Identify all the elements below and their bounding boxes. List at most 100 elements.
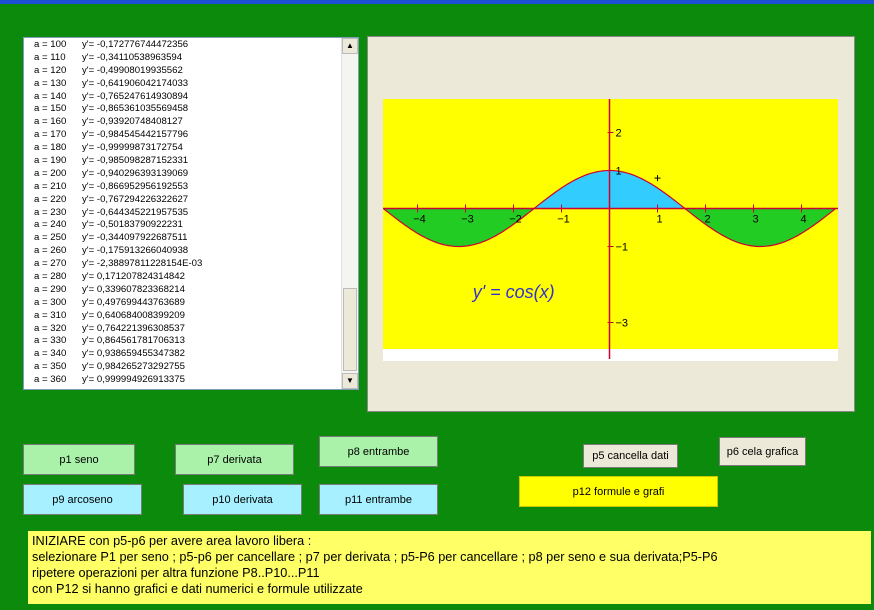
list-item-a-value: a = 230 [34,206,67,218]
list-item-y-value: y'= 0,497699443763689 [82,296,185,308]
list-item-a-value: a = 340 [34,348,67,360]
list-item-y-value: y'= -0,50183790922231 [82,219,183,231]
list-item-a-value: a = 250 [34,232,67,244]
list-item[interactable]: a = 110 y'= -0,34110538963594 [24,52,342,65]
instructions-line-4: con P12 si hanno grafici e dati numerici… [32,582,363,596]
p11-entrambe-button[interactable]: p11 entrambe [319,484,438,515]
list-item-a-value: a = 330 [34,335,67,347]
list-item[interactable]: a = 320 y'= 0,764221396308537 [24,323,342,336]
list-item-a-value: a = 300 [34,296,67,308]
list-item-y-value: y'= -0,940296393139069 [82,167,189,179]
list-item-a-value: a = 210 [34,180,67,192]
list-item[interactable]: a = 120 y'= -0,49908019935562 [24,65,342,78]
list-item[interactable]: a = 160 y'= -0,93920748408127 [24,116,342,129]
list-item-a-value: a = 260 [34,245,67,257]
scroll-thumb[interactable] [343,288,357,371]
p6-cela-grafica-button[interactable]: p6 cela grafica [719,437,806,466]
x-tick-label: 2 [704,214,710,226]
list-item-a-value: a = 240 [34,219,67,231]
x-tick-label: −2 [509,214,522,226]
list-item-a-value: a = 360 [34,374,67,386]
y-tick-label: 1 [616,166,622,178]
list-item-a-value: a = 150 [34,103,67,115]
list-item-y-value: y'= 0,339607823368214 [82,283,185,295]
p10-derivata-button[interactable]: p10 derivata [183,484,302,515]
scroll-down-button[interactable]: ▼ [342,373,358,389]
list-item[interactable]: a = 270 y'= -2,38897811228154E-03 [24,258,342,271]
list-item[interactable]: a = 290 y'= 0,339607823368214 [24,284,342,297]
list-item-y-value: y'= -0,985098287152331 [82,155,189,167]
list-item-a-value: a = 290 [34,283,67,295]
list-item[interactable]: a = 240 y'= -0,50183790922231 [24,219,342,232]
list-item-y-value: y'= -0,49908019935562 [82,64,183,76]
instructions-box: INIZIARE con p5-p6 per avere area lavoro… [28,531,871,604]
list-item[interactable]: a = 330 y'= 0,864561781706313 [24,335,342,348]
list-item-y-value: y'= 0,171207824314842 [82,271,185,283]
list-item-a-value: a = 110 [34,51,66,63]
list-item[interactable]: a = 140 y'= -0,765247614930894 [24,91,342,104]
list-item-a-value: a = 200 [34,167,67,179]
list-item-y-value: y'= -0,34110538963594 [82,51,183,63]
list-item[interactable]: a = 180 y'= -0,99999873172754 [24,142,342,155]
list-item[interactable]: a = 310 y'= 0,640684008399209 [24,310,342,323]
list-item[interactable]: a = 260 y'= -0,175913266040938 [24,245,342,258]
list-item-a-value: a = 130 [34,77,67,89]
function-label: y' = cos(x) [471,282,555,302]
instructions-line-3: ripetere operazioni per altra funzione P… [32,566,320,580]
list-item-y-value: y'= 0,864561781706313 [82,335,185,347]
list-item-y-value: y'= -0,866952956192553 [82,180,189,192]
graph-panel: −4 −3 −2 −1 1 2 3 4 2 1 −1 −3 y' = cos(x) [367,36,855,412]
list-item-y-value: y'= 0,764221396308537 [82,322,185,334]
list-item-y-value: y'= 0,984265273292755 [82,361,185,373]
list-item[interactable]: a = 130 y'= -0,641906042174033 [24,78,342,91]
list-item-a-value: a = 140 [34,90,67,102]
list-item-y-value: y'= -2,38897811228154E-03 [82,258,203,270]
results-listbox[interactable]: a = 100 y'= -0,172776744472356 a = 110 y'= … [23,37,359,390]
listbox-scrollbar[interactable]: ▲ ▼ [341,38,358,389]
list-item-a-value: a = 120 [34,64,67,76]
list-item-a-value: a = 220 [34,193,67,205]
results-list: a = 100 y'= -0,172776744472356 a = 110 y'= … [24,39,342,387]
list-item[interactable]: a = 280 y'= 0,171207824314842 [24,271,342,284]
list-item[interactable]: a = 150 y'= -0,865361035569458 [24,103,342,116]
list-item[interactable]: a = 190 y'= -0,985098287152331 [24,155,342,168]
list-item[interactable]: a = 340 y'= 0,938659455347382 [24,348,342,361]
list-item[interactable]: a = 350 y'= 0,984265273292755 [24,361,342,374]
list-item[interactable]: a = 300 y'= 0,497699443763689 [24,297,342,310]
list-item-y-value: y'= -0,641906042174033 [82,77,189,89]
window-top-border [0,0,874,4]
list-item-a-value: a = 180 [34,142,67,154]
y-tick-label: −3 [616,318,629,330]
p1-seno-button[interactable]: p1 seno [23,444,135,475]
list-item-a-value: a = 270 [34,258,67,270]
x-tick-label: 3 [752,214,758,226]
list-item[interactable]: a = 200 y'= -0,940296393139069 [24,168,342,181]
p12-formule-e-grafi-button[interactable]: p12 formule e grafi [519,476,718,507]
p8-entrambe-button[interactable]: p8 entrambe [319,436,438,467]
list-item-a-value: a = 190 [34,155,67,167]
x-tick-label: −3 [461,214,474,226]
list-item-y-value: y'= -0,644345221957535 [82,206,189,218]
p5-cancella-dati-button[interactable]: p5 cancella dati [583,444,678,468]
list-item[interactable]: a = 230 y'= -0,644345221957535 [24,207,342,220]
list-item[interactable]: a = 170 y'= -0,984545442157796 [24,129,342,142]
x-tick-label: 4 [800,214,806,226]
list-item[interactable]: a = 220 y'= -0,767294226322627 [24,194,342,207]
list-item-y-value: y'= -0,175913266040938 [82,245,189,257]
list-item-a-value: a = 350 [34,361,67,373]
y-tick-label: −1 [616,242,629,254]
list-item-y-value: y'= -0,984545442157796 [82,129,189,141]
list-item-y-value: y'= -0,172776744472356 [82,39,189,50]
list-item[interactable]: a = 210 y'= -0,866952956192553 [24,181,342,194]
p9-arcoseno-button[interactable]: p9 arcoseno [23,484,142,515]
p7-derivata-button[interactable]: p7 derivata [175,444,294,475]
x-tick-label: −4 [413,214,426,226]
instructions-line-2: selezionare P1 per seno ; p5-p6 per canc… [32,550,718,564]
plot-bottom-strip [383,349,838,361]
list-item[interactable]: a = 100 y'= -0,172776744472356 [24,39,342,52]
list-item-a-value: a = 280 [34,271,67,283]
list-item-y-value: y'= 0,640684008399209 [82,309,185,321]
list-item[interactable]: a = 360 y'= 0,999994926913375 [24,374,342,387]
list-item[interactable]: a = 250 y'= -0,344097922687511 [24,232,342,245]
scroll-up-button[interactable]: ▲ [342,38,358,54]
